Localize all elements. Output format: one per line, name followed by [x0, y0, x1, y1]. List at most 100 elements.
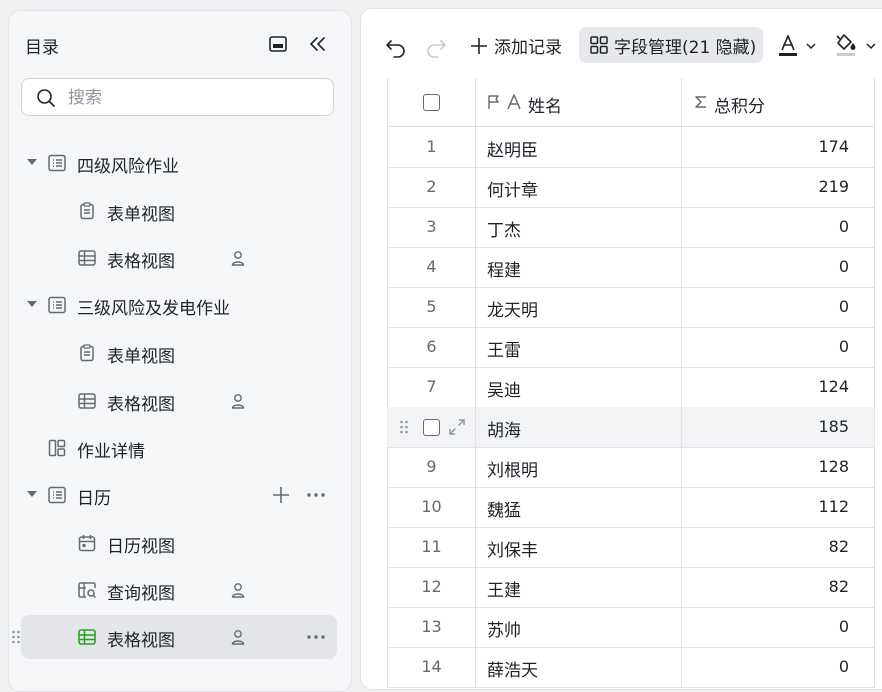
- row-index: 14: [421, 657, 442, 676]
- tree-item-level3-risk[interactable]: 三级风险及发电作业: [21, 283, 337, 327]
- score-cell[interactable]: 112: [682, 487, 875, 527]
- table-row[interactable]: 13 苏帅 0: [387, 607, 875, 648]
- table-row[interactable]: 10 魏猛 112: [387, 487, 875, 528]
- tree-item-job-details[interactable]: 作业详情: [21, 426, 337, 470]
- name-cell[interactable]: 王建: [476, 567, 682, 607]
- tree-item-query-view[interactable]: 查询视图: [21, 568, 337, 612]
- expand-icon[interactable]: [448, 418, 466, 436]
- search-input[interactable]: [66, 85, 320, 111]
- panel-toggle-icon[interactable]: [267, 33, 289, 55]
- more-icon[interactable]: [305, 627, 327, 647]
- chevron-down-icon: [866, 43, 876, 50]
- table-row[interactable]: 11 刘保丰 82: [387, 527, 875, 568]
- more-icon[interactable]: [305, 485, 327, 505]
- name-cell[interactable]: 薛浩天: [476, 647, 682, 687]
- query-view-icon: [78, 582, 97, 599]
- name-cell[interactable]: 苏帅: [476, 607, 682, 647]
- table-row[interactable]: 9 刘根明 128: [387, 447, 875, 488]
- score-cell[interactable]: 0: [682, 287, 875, 327]
- score-cell[interactable]: 0: [682, 607, 875, 647]
- name-cell[interactable]: 胡海: [476, 407, 682, 447]
- score-cell[interactable]: 185: [682, 407, 875, 447]
- name-value: 吴迪: [487, 381, 521, 401]
- row-index: 7: [426, 377, 437, 396]
- redo-icon[interactable]: [425, 31, 447, 61]
- form-view-icon: [80, 344, 94, 362]
- name-cell[interactable]: 丁杰: [476, 207, 682, 247]
- score-cell[interactable]: 82: [682, 567, 875, 607]
- tree-item-calendar[interactable]: 日历: [21, 473, 337, 517]
- user-icon: [231, 630, 245, 645]
- sidebar: 目录 四级风险作业 表单视图: [8, 10, 352, 692]
- sidebar-title: 目录: [25, 38, 59, 58]
- score-cell[interactable]: 219: [682, 167, 875, 207]
- plus-icon: [471, 38, 487, 54]
- tree-item-label: 表单视图: [107, 205, 175, 225]
- select-all-checkbox[interactable]: [423, 94, 440, 111]
- tree-item-form-view[interactable]: 表单视图: [21, 331, 337, 375]
- score-cell[interactable]: 128: [682, 447, 875, 487]
- score-cell[interactable]: 0: [682, 647, 875, 687]
- name-cell[interactable]: 程建: [476, 247, 682, 287]
- row-index: 12: [421, 577, 442, 596]
- tree-item-form-view[interactable]: 表单视图: [21, 189, 337, 233]
- caret-down-icon[interactable]: [26, 156, 38, 168]
- name-cell[interactable]: 刘根明: [476, 447, 682, 487]
- table-row[interactable]: 12 王建 82: [387, 567, 875, 608]
- header-score-cell[interactable]: 总积分: [682, 78, 875, 126]
- caret-down-icon[interactable]: [26, 298, 38, 310]
- score-cell[interactable]: 174: [682, 127, 875, 167]
- table-row[interactable]: 6 王雷 0: [387, 327, 875, 368]
- score-cell[interactable]: 82: [682, 527, 875, 567]
- name-value: 刘根明: [487, 461, 538, 481]
- name-value: 王建: [487, 581, 521, 601]
- fill-color-button[interactable]: [835, 31, 877, 61]
- table-row[interactable]: 胡海 185: [387, 407, 875, 448]
- caret-down-icon[interactable]: [26, 488, 38, 500]
- name-cell[interactable]: 何计章: [476, 167, 682, 207]
- table-row[interactable]: 7 吴迪 124: [387, 367, 875, 408]
- row-index: 11: [421, 537, 442, 556]
- table-row[interactable]: 2 何计章 219: [387, 167, 875, 208]
- table-row[interactable]: 5 龙天明 0: [387, 287, 875, 328]
- name-value: 苏帅: [487, 621, 521, 641]
- score-cell[interactable]: 0: [682, 327, 875, 367]
- collapse-sidebar-icon[interactable]: [307, 33, 329, 55]
- tree-item-grid-view[interactable]: 表格视图: [21, 379, 337, 423]
- search-box[interactable]: [21, 78, 334, 116]
- grid-view-icon: [78, 393, 96, 409]
- tree-item-calendar-view[interactable]: 日历视图: [21, 521, 337, 565]
- plus-icon[interactable]: [271, 485, 291, 505]
- name-cell[interactable]: 刘保丰: [476, 527, 682, 567]
- table-row[interactable]: 3 丁杰 0: [387, 207, 875, 248]
- drag-handle-icon[interactable]: [11, 629, 21, 645]
- name-cell[interactable]: 魏猛: [476, 487, 682, 527]
- name-cell[interactable]: 赵明臣: [476, 127, 682, 167]
- tree-item-label: 表格视图: [107, 252, 175, 272]
- tree-item-grid-view-active[interactable]: 表格视图: [12, 615, 337, 659]
- name-cell[interactable]: 王雷: [476, 327, 682, 367]
- row-index: 4: [426, 257, 437, 276]
- text-color-button[interactable]: [777, 31, 819, 61]
- drag-handle-icon[interactable]: [399, 419, 409, 435]
- table-row[interactable]: 14 薛浩天 0: [387, 647, 875, 688]
- header-name-cell[interactable]: 姓名: [476, 78, 682, 126]
- field-manage-button[interactable]: 字段管理(21 隐藏): [579, 27, 763, 63]
- score-cell[interactable]: 0: [682, 207, 875, 247]
- tree-item-grid-view[interactable]: 表格视图: [21, 236, 337, 280]
- score-cell[interactable]: 0: [682, 247, 875, 287]
- row-index: 3: [426, 217, 437, 236]
- name-cell[interactable]: 吴迪: [476, 367, 682, 407]
- add-record-button[interactable]: 添加记录: [467, 31, 567, 61]
- score-cell[interactable]: 124: [682, 367, 875, 407]
- name-cell[interactable]: 龙天明: [476, 287, 682, 327]
- table-row[interactable]: 4 程建 0: [387, 247, 875, 288]
- undo-icon[interactable]: [385, 31, 407, 61]
- row-checkbox[interactable]: [423, 419, 440, 436]
- row-index-cell: 4: [387, 247, 476, 287]
- score-value: 174: [818, 137, 849, 156]
- dashboard-icon: [48, 439, 66, 457]
- tree-item-level4-risk[interactable]: 四级风险作业: [21, 141, 337, 185]
- table-row[interactable]: 1 赵明臣 174: [387, 127, 875, 168]
- row-index-cell: 2: [387, 167, 476, 207]
